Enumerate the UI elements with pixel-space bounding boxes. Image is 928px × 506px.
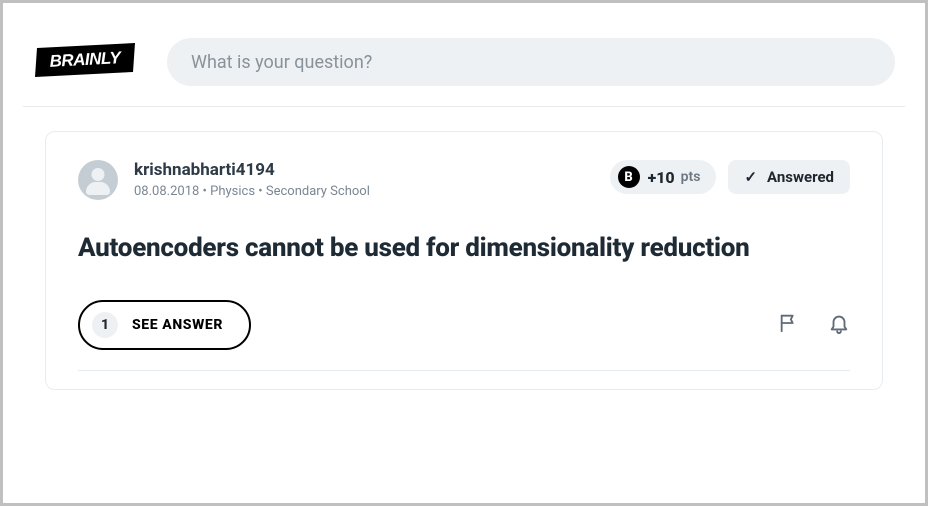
question-title: Autoencoders cannot be used for dimensio… [78, 230, 850, 268]
check-icon: ✓ [744, 168, 757, 186]
see-answer-label: SEE ANSWER [132, 317, 223, 333]
search-placeholder: What is your question? [191, 52, 372, 73]
question-card: krishnabharti4194 08.08.2018 • Physics •… [45, 131, 883, 390]
points-badge: B +10 pts [610, 160, 717, 194]
bell-icon[interactable] [828, 312, 850, 338]
points-unit: pts [681, 169, 701, 185]
brand-logo[interactable]: BRAINLY [33, 42, 137, 82]
answer-count: 1 [92, 312, 118, 338]
answered-label: Answered [767, 168, 834, 186]
brand-logo-text: BRAINLY [49, 48, 123, 71]
header: BRAINLY What is your question? [23, 23, 905, 107]
answered-badge: ✓ Answered [728, 160, 850, 194]
search-input[interactable]: What is your question? [167, 38, 895, 86]
see-answer-button[interactable]: 1 SEE ANSWER [78, 300, 251, 350]
brainly-coin-icon: B [618, 166, 640, 188]
author-link[interactable]: krishnabharti4194 [134, 160, 370, 180]
points-value: +10 [648, 168, 675, 187]
flag-icon[interactable] [778, 312, 800, 338]
question-meta: 08.08.2018 • Physics • Secondary School [134, 184, 370, 199]
avatar[interactable] [78, 160, 118, 200]
